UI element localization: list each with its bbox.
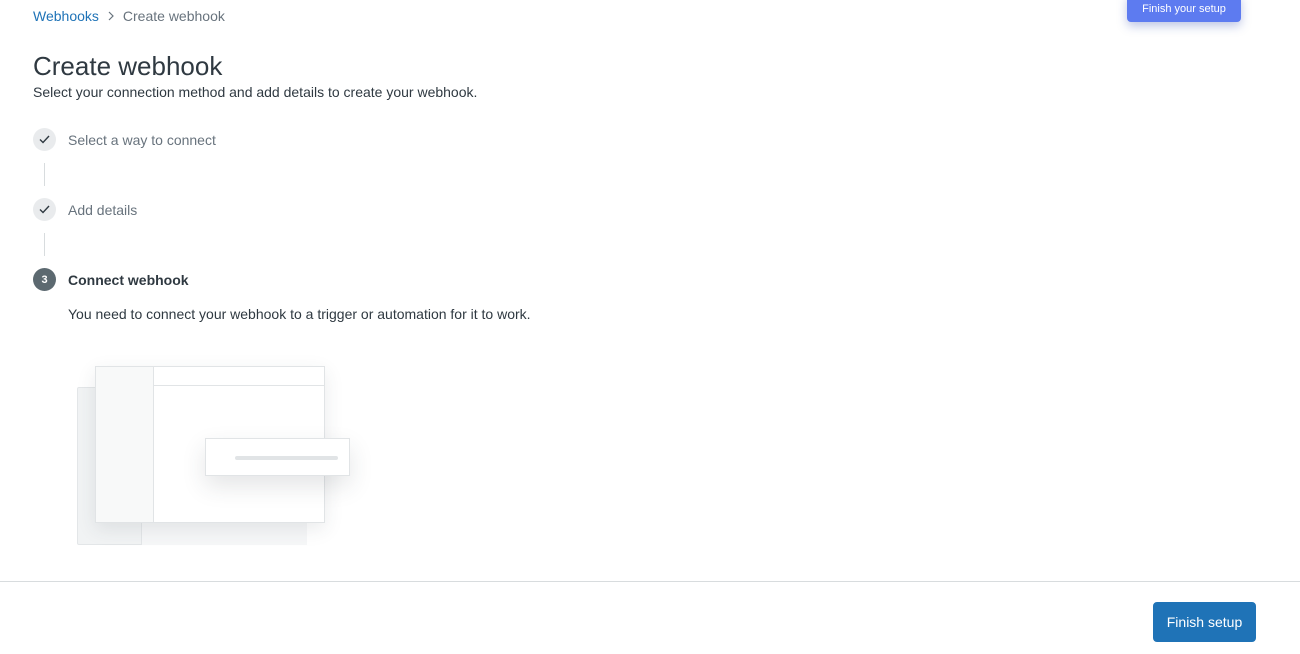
step-connector [44,163,45,186]
step-connector [44,233,45,256]
page-subtitle: Select your connection method and add de… [33,84,478,100]
checkmark-icon [33,198,56,221]
breadcrumb: Webhooks Create webhook [33,8,225,24]
finish-your-setup-button[interactable]: Finish your setup [1127,0,1241,22]
step-add-details: Add details [33,198,137,221]
step-label: Connect webhook [68,271,189,288]
chevron-right-icon [107,11,115,21]
finish-setup-button[interactable]: Finish setup [1153,602,1256,642]
page-title: Create webhook [33,51,223,81]
step-description: You need to connect your webhook to a tr… [68,306,531,322]
breadcrumb-current: Create webhook [122,8,225,24]
checkmark-icon [33,128,56,151]
step-label: Add details [68,201,138,218]
step-select-connection: Select a way to connect [33,128,216,151]
step-number-badge: 3 [33,268,56,291]
illustration-sidebar [96,367,154,522]
illustration-card [205,438,350,476]
illustration-header-divider [154,385,324,386]
step-connect-webhook: 3 Connect webhook [33,268,189,291]
breadcrumb-webhooks-link[interactable]: Webhooks [33,8,99,24]
step-label: Select a way to connect [68,131,216,148]
webhook-connection-illustration [70,360,370,575]
illustration-card-line [235,456,338,460]
footer-bar: Finish setup [0,581,1300,654]
